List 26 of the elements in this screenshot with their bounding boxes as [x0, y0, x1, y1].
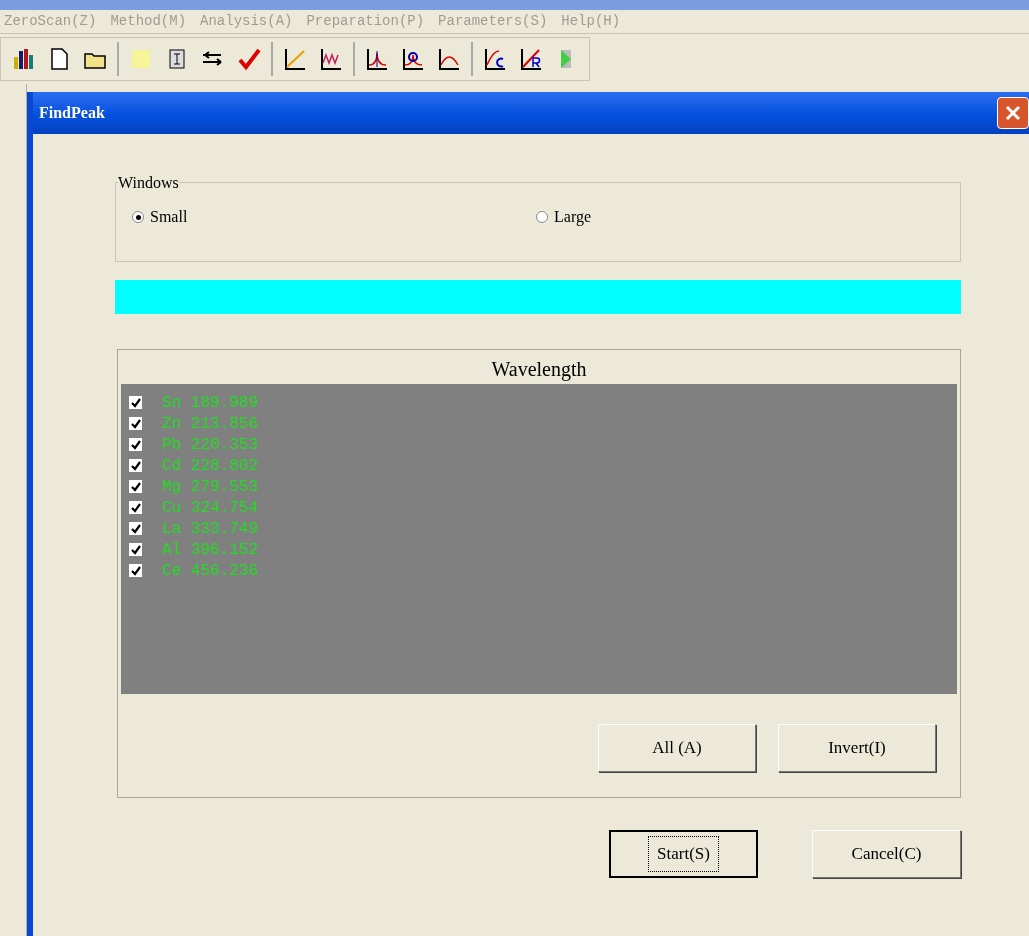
checkbox[interactable] — [129, 396, 142, 409]
checkbox[interactable] — [129, 501, 142, 514]
menu-item[interactable]: Parameters(S) — [438, 11, 548, 32]
checkbox[interactable] — [129, 564, 142, 577]
close-button[interactable] — [997, 97, 1029, 129]
checkbox[interactable] — [129, 480, 142, 493]
menu-item[interactable]: Analysis(A) — [200, 11, 293, 32]
checkbox[interactable] — [129, 438, 142, 451]
window-title: FindPeak — [39, 103, 105, 123]
radio-label[interactable]: Large — [554, 205, 591, 229]
checkbox[interactable] — [129, 522, 142, 535]
radio-label[interactable]: Small — [150, 205, 188, 229]
menu-item[interactable]: Help(H) — [561, 11, 621, 32]
push-button[interactable]: Invert(I) — [778, 724, 936, 772]
checkbox[interactable] — [129, 459, 142, 472]
radio-button[interactable] — [132, 211, 144, 223]
menu-item[interactable]: ZeroScan(Z) — [4, 11, 97, 32]
menu-item[interactable]: Method(M) — [110, 11, 187, 32]
push-button[interactable]: Start(S) — [609, 830, 758, 878]
checkbox[interactable] — [129, 543, 142, 556]
push-button[interactable]: Cancel(C) — [812, 830, 961, 878]
radio-button[interactable] — [536, 211, 548, 223]
checkbox[interactable] — [129, 417, 142, 430]
push-button[interactable]: All (A) — [598, 724, 756, 772]
close-icon — [1004, 104, 1022, 122]
menu-item[interactable]: Preparation(P) — [306, 11, 425, 32]
